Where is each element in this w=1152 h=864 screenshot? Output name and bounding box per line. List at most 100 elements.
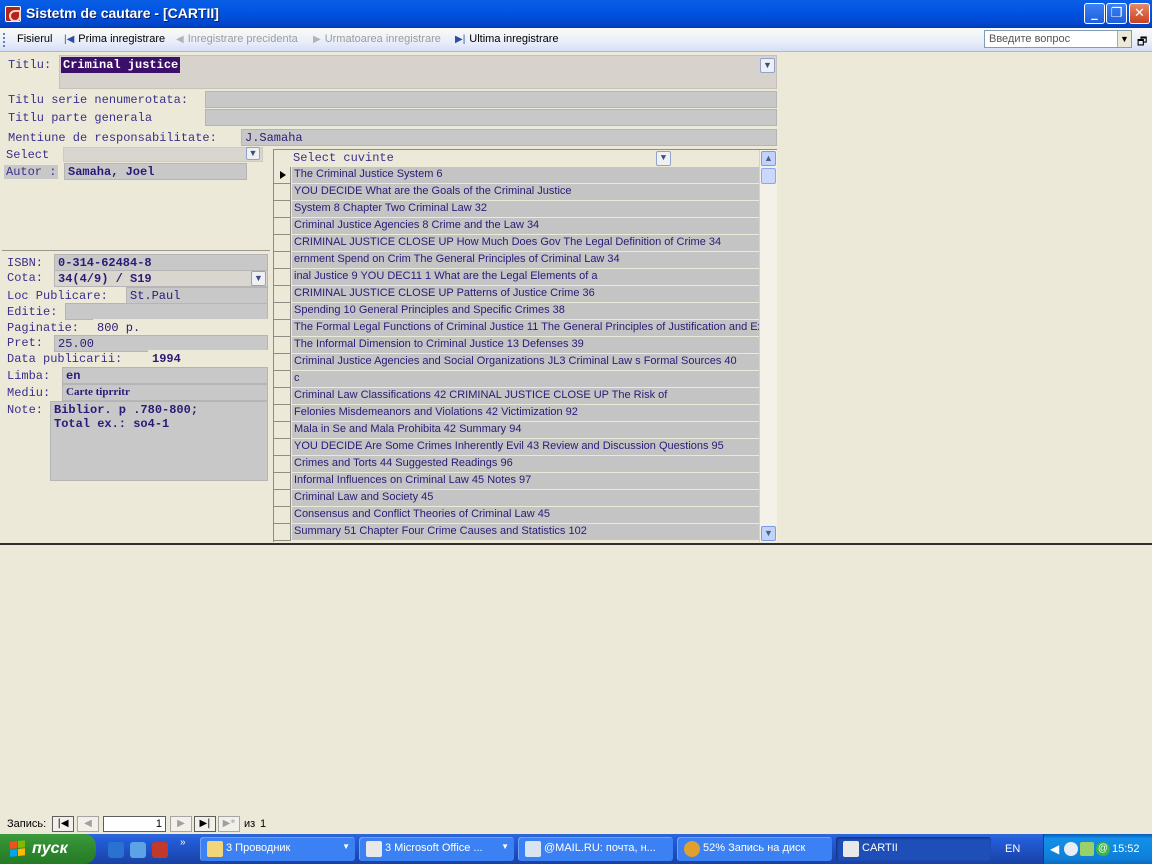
keyword-row[interactable]: Summary 51 Chapter Four Crime Causes and… bbox=[274, 524, 759, 541]
start-button[interactable]: пуск bbox=[0, 834, 96, 864]
keyword-text[interactable]: Criminal Justice Agencies 8 Crime and th… bbox=[292, 218, 759, 235]
record-selector[interactable] bbox=[274, 388, 291, 405]
keyword-text[interactable]: Consensus and Conflict Theories of Crimi… bbox=[292, 507, 759, 524]
autor-field[interactable]: Samaha, Joel bbox=[64, 163, 247, 180]
record-selector[interactable] bbox=[274, 201, 291, 218]
titlu-value[interactable]: Criminal justice bbox=[61, 57, 181, 73]
keyword-row[interactable]: The Formal Legal Functions of Criminal J… bbox=[274, 320, 759, 337]
first-record-button[interactable]: |◀ Prima inregistrare bbox=[64, 33, 165, 45]
access-icon[interactable] bbox=[152, 842, 168, 858]
loc-field[interactable]: St.Paul bbox=[126, 287, 268, 304]
cota-combobox[interactable]: 34(4/9) / S19 bbox=[54, 270, 268, 287]
keyword-text[interactable]: Informal Influences on Criminal Law 45 N… bbox=[292, 473, 759, 490]
keyword-row[interactable]: Consensus and Conflict Theories of Crimi… bbox=[274, 507, 759, 524]
record-selector[interactable] bbox=[274, 405, 291, 422]
record-selector[interactable] bbox=[274, 371, 291, 388]
record-selector[interactable] bbox=[274, 422, 291, 439]
first-record-nav-icon[interactable]: |◀ bbox=[52, 816, 74, 832]
language-indicator[interactable]: EN bbox=[1005, 843, 1020, 855]
keyword-text[interactable]: c bbox=[292, 371, 759, 388]
last-record-button[interactable]: ▶| Ultima inregistrare bbox=[455, 33, 559, 45]
record-selector[interactable] bbox=[274, 303, 291, 320]
serie-field[interactable] bbox=[205, 91, 777, 108]
scroll-thumb[interactable] bbox=[761, 168, 776, 184]
next-record-nav-icon[interactable]: ▶ bbox=[170, 816, 192, 832]
keyword-text[interactable]: YOU DECIDE Are Some Crimes Inherently Ev… bbox=[292, 439, 759, 456]
chevron-down-icon[interactable]: ▼ bbox=[760, 58, 775, 73]
taskbar-item-cartii[interactable]: CARTII bbox=[836, 837, 991, 861]
record-number-input[interactable]: 1 bbox=[103, 816, 166, 832]
next-record-button[interactable]: ▶ Urmatoarea inregistrare bbox=[313, 33, 441, 45]
chevron-down-icon[interactable]: ▼ bbox=[1117, 31, 1131, 47]
keyword-text[interactable]: YOU DECIDE What are the Goals of the Cri… bbox=[292, 184, 759, 201]
outlook-express-icon[interactable] bbox=[130, 842, 146, 858]
record-selector[interactable] bbox=[274, 269, 291, 286]
keyword-row[interactable]: CRIMINAL JUSTICE CLOSE UP How Much Does … bbox=[274, 235, 759, 252]
keyword-row[interactable]: The Informal Dimension to Criminal Justi… bbox=[274, 337, 759, 354]
keyword-row[interactable]: Felonies Misdemeanors and Violations 42 … bbox=[274, 405, 759, 422]
internet-explorer-icon[interactable] bbox=[108, 842, 124, 858]
keyword-text[interactable]: inal Justice 9 YOU DEC11 1 What are the … bbox=[292, 269, 759, 286]
new-record-nav-icon[interactable]: ▶* bbox=[218, 816, 240, 832]
previous-record-button[interactable]: ◀ Inregistrare precidenta bbox=[176, 33, 298, 45]
record-selector[interactable] bbox=[274, 524, 291, 541]
access-app-icon[interactable] bbox=[5, 6, 21, 22]
taskbar-item-office[interactable]: 3 Microsoft Office ... ▼ bbox=[359, 837, 514, 861]
keyword-row[interactable]: System 8 Chapter Two Criminal Law 32 bbox=[274, 201, 759, 218]
scroll-down-icon[interactable]: ▼ bbox=[761, 526, 776, 541]
record-selector[interactable] bbox=[274, 337, 291, 354]
scroll-up-icon[interactable]: ▲ bbox=[761, 151, 776, 166]
mentiune-field[interactable]: J.Samaha bbox=[241, 129, 777, 146]
record-selector[interactable] bbox=[274, 286, 291, 303]
keyword-text[interactable]: System 8 Chapter Two Criminal Law 32 bbox=[292, 201, 759, 218]
record-selector[interactable] bbox=[274, 507, 291, 524]
window-titlebar[interactable]: Sistetm de cautare - [CARTII] _ ❐ ✕ bbox=[0, 0, 1152, 28]
keyword-row[interactable]: Criminal Justice Agencies and Social Org… bbox=[274, 354, 759, 371]
parte-field[interactable] bbox=[205, 109, 777, 126]
maximize-button[interactable]: ❐ bbox=[1106, 3, 1127, 24]
minimize-button[interactable]: _ bbox=[1084, 3, 1105, 24]
quicklaunch-chevron-icon[interactable]: » bbox=[180, 837, 186, 848]
keyword-text[interactable]: The Informal Dimension to Criminal Justi… bbox=[292, 337, 759, 354]
last-record-nav-icon[interactable]: ▶| bbox=[194, 816, 216, 832]
mail-agent-icon[interactable]: @ bbox=[1096, 842, 1110, 856]
paginatie-field[interactable]: 800 p. bbox=[93, 319, 268, 336]
keyword-text[interactable]: Criminal Law Classifications 42 CRIMINAL… bbox=[292, 388, 759, 405]
select-cuvinte-combobox[interactable]: Select cuvinte ▼ bbox=[290, 150, 671, 166]
chevron-down-icon[interactable]: ▼ bbox=[251, 271, 266, 286]
keyword-row[interactable]: Criminal Law Classifications 42 CRIMINAL… bbox=[274, 388, 759, 405]
current-record-selector-icon[interactable] bbox=[274, 167, 291, 184]
taskbar-item-mail[interactable]: @MAIL.RU: почта, н... bbox=[518, 837, 673, 861]
vertical-scrollbar[interactable]: ▲ ▼ bbox=[759, 150, 777, 542]
keyword-text[interactable]: CRIMINAL JUSTICE CLOSE UP Patterns of Ju… bbox=[292, 286, 759, 303]
select-combobox[interactable] bbox=[63, 147, 263, 162]
keyword-text[interactable]: Crimes and Torts 44 Suggested Readings 9… bbox=[292, 456, 759, 473]
editie-field[interactable] bbox=[65, 303, 268, 320]
keyword-text[interactable]: ernment Spend on Crim The General Princi… bbox=[292, 252, 759, 269]
mediu-field[interactable]: Carte tiprritr bbox=[62, 384, 268, 401]
keyword-text[interactable]: The Criminal Justice System 6 bbox=[292, 167, 759, 184]
note-field[interactable]: Biblior. p .780-800; Total ex.: so4-1 bbox=[50, 401, 268, 481]
keyword-row[interactable]: Informal Influences on Criminal Law 45 N… bbox=[274, 473, 759, 490]
record-selector[interactable] bbox=[274, 490, 291, 507]
record-selector[interactable] bbox=[274, 354, 291, 371]
record-selector[interactable] bbox=[274, 218, 291, 235]
close-button[interactable]: ✕ bbox=[1129, 3, 1150, 24]
keyword-row[interactable]: ernment Spend on Crim The General Princi… bbox=[274, 252, 759, 269]
back-arrow-icon[interactable]: ◀ bbox=[1050, 842, 1059, 856]
keyword-row[interactable]: Criminal Law and Society 45 bbox=[274, 490, 759, 507]
keyword-row[interactable]: The Criminal Justice System 6 bbox=[274, 167, 759, 184]
keyword-text[interactable]: Criminal Justice Agencies and Social Org… bbox=[292, 354, 759, 371]
keyword-text[interactable]: Felonies Misdemeanors and Violations 42 … bbox=[292, 405, 759, 422]
record-selector[interactable] bbox=[274, 439, 291, 456]
taskbar-item-burn[interactable]: 52% Запись на диск bbox=[677, 837, 832, 861]
keyword-text[interactable]: Spending 10 General Principles and Speci… bbox=[292, 303, 759, 320]
record-selector[interactable] bbox=[274, 184, 291, 201]
prev-record-nav-icon[interactable]: ◀ bbox=[77, 816, 99, 832]
keyword-row[interactable]: inal Justice 9 YOU DEC11 1 What are the … bbox=[274, 269, 759, 286]
keyword-text[interactable]: The Formal Legal Functions of Criminal J… bbox=[292, 320, 759, 337]
network-icon[interactable] bbox=[1064, 842, 1078, 856]
toolbar-grip[interactable] bbox=[3, 33, 6, 47]
isbn-field[interactable]: 0-314-62484-8 bbox=[54, 254, 268, 271]
keyword-text[interactable]: Summary 51 Chapter Four Crime Causes and… bbox=[292, 524, 759, 541]
